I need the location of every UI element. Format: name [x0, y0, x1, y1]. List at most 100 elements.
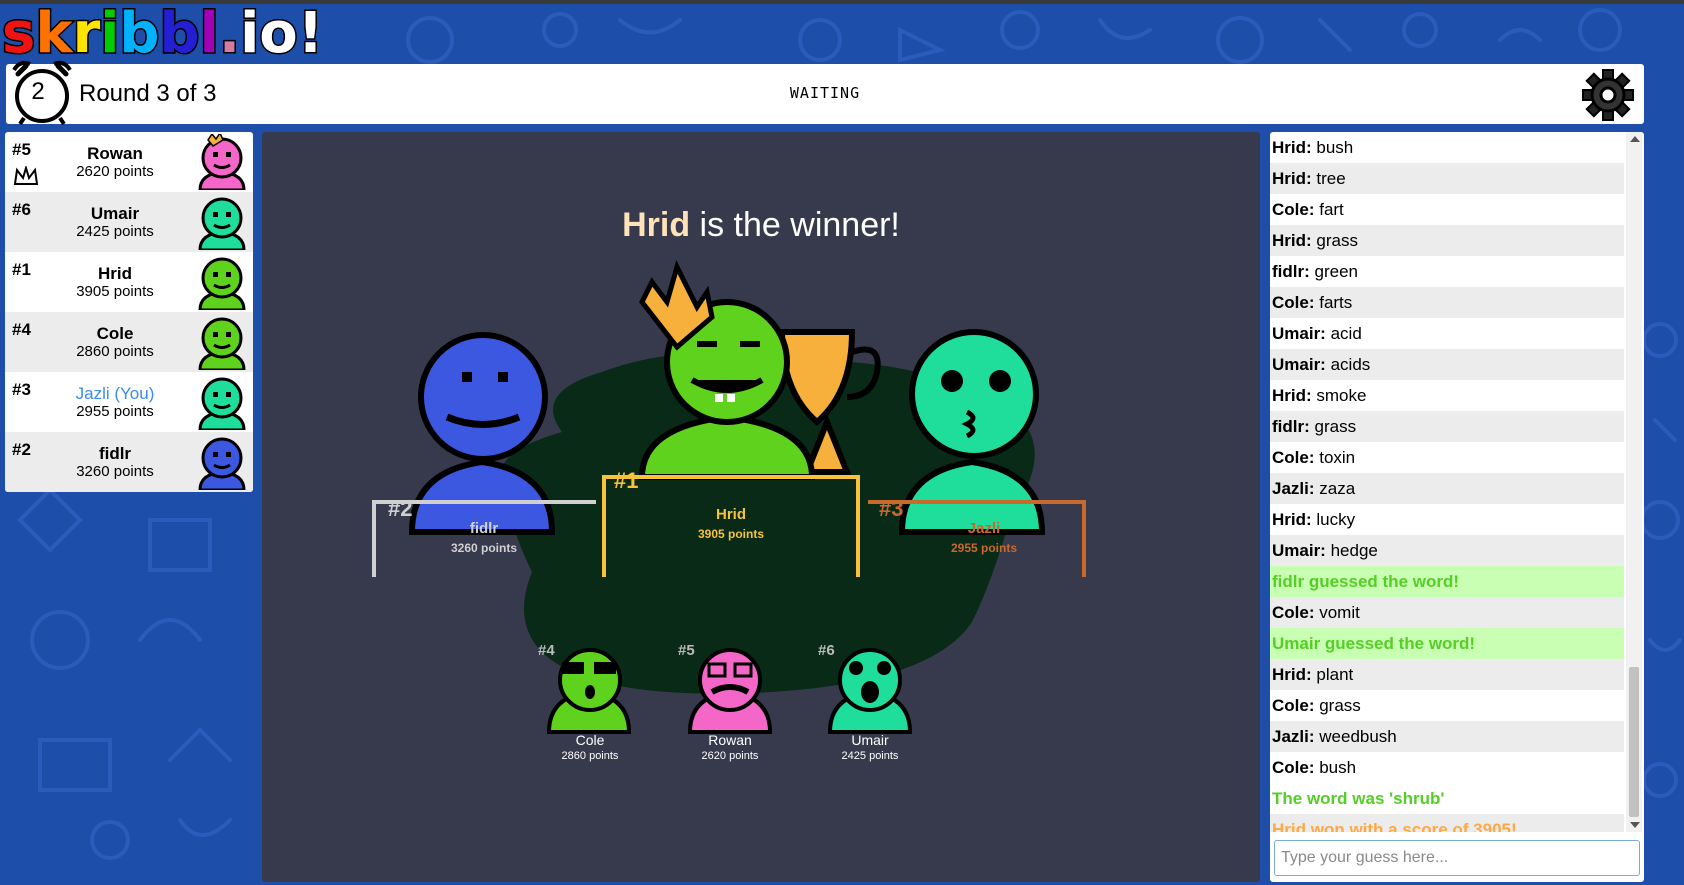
game-canvas[interactable]: Hrid is the winner! #2 fidlr 3260 points…	[262, 132, 1260, 882]
player-rank: #1	[12, 260, 31, 279]
chat-text: Umair guessed the word!	[1272, 634, 1476, 653]
logo-letter: r	[71, 1, 102, 66]
chat-user: Umair:	[1272, 541, 1326, 560]
chat-message: Hrid: lucky	[1270, 504, 1624, 535]
chat-text: lucky	[1311, 510, 1356, 529]
player-rank: #3	[12, 380, 31, 399]
logo-letter: .	[217, 1, 241, 66]
skribbl-logo[interactable]: s k r i b b l. i o!	[0, 1, 324, 66]
player-rank: #6	[12, 200, 31, 219]
gear-icon[interactable]	[1582, 69, 1634, 121]
chat-message: Umair: acid	[1270, 318, 1624, 349]
chat-message: Umair guessed the word!	[1270, 628, 1624, 659]
chat-message: Umair: acids	[1270, 349, 1624, 380]
chat-user: Cole:	[1272, 200, 1315, 219]
chat-user: Cole:	[1272, 448, 1315, 467]
chat-message: Umair: hedge	[1270, 535, 1624, 566]
crown-icon	[13, 166, 39, 185]
chat-message: fidlr guessed the word!	[1270, 566, 1624, 597]
rank-5-label: #5	[678, 642, 695, 659]
player-points: 3905 points	[76, 283, 154, 300]
chat-message: Hrid: grass	[1270, 225, 1624, 256]
chat-message: Cole: bush	[1270, 752, 1624, 783]
player-row[interactable]: #5 Rowan 2620 points	[5, 132, 253, 192]
rank-6-label: #6	[818, 642, 835, 659]
other-player-4-points: 2860 points	[561, 750, 619, 762]
player-rank: #4	[12, 320, 31, 339]
scroll-down-arrow-icon[interactable]	[1630, 822, 1640, 828]
chat-message: fidlr: grass	[1270, 411, 1624, 442]
chat-text: Hrid won with a score of 3905!	[1272, 820, 1517, 832]
player-row[interactable]: #6 Umair 2425 points	[5, 192, 253, 252]
game-header: 2 Round 3 of 3 WAITING	[6, 60, 1644, 126]
player-avatar	[198, 257, 246, 310]
podium-rank-1: #1	[614, 468, 639, 493]
chat-scrollbar[interactable]	[1626, 132, 1642, 832]
player-name: Hrid	[98, 264, 132, 283]
logo-letter: b	[158, 1, 201, 66]
other-player-6: Umair 2425 points	[820, 732, 920, 762]
chat-message: Jazli: weedbush	[1270, 721, 1624, 752]
other-player-5-points: 2620 points	[701, 750, 759, 762]
chat-text: grass	[1311, 231, 1358, 250]
chat-text: smoke	[1311, 386, 1367, 405]
chat-text: fart	[1314, 200, 1344, 219]
podium-first-points: 3905 points	[697, 527, 765, 541]
podium-second-name: fidlr	[469, 520, 499, 537]
player-avatar	[198, 317, 246, 370]
chat-text: weedbush	[1314, 727, 1397, 746]
player-points: 2860 points	[76, 343, 154, 360]
chat-user: Umair:	[1272, 355, 1326, 374]
chat-message: Hrid: bush	[1270, 132, 1624, 163]
chat-messages: Hrid: bush Hrid: tree Cole: fart Hrid: gras…	[1270, 132, 1624, 832]
chat-text: grass	[1314, 696, 1361, 715]
chat-user: Cole:	[1272, 293, 1315, 312]
chat-text: bush	[1311, 138, 1354, 157]
scroll-thumb[interactable]	[1629, 667, 1639, 817]
chat-message: Cole: fart	[1270, 194, 1624, 225]
player-avatar	[198, 134, 246, 190]
chat-text: bush	[1314, 758, 1357, 777]
player-row[interactable]: #1 Hrid 3905 points	[5, 252, 253, 312]
chat-message: Hrid: smoke	[1270, 380, 1624, 411]
player-list: #5 Rowan 2620 points #6 Umair 2425 points #1 Hr…	[5, 132, 253, 492]
chat-text: zaza	[1314, 479, 1356, 498]
player-row[interactable]: #2 fidlr 3260 points	[5, 432, 253, 492]
logo-letter: b	[118, 1, 161, 66]
podium-rank-3: #3	[879, 496, 904, 521]
player-points: 2620 points	[76, 163, 154, 180]
chat-user: Cole:	[1272, 758, 1315, 777]
logo-letter: i	[239, 1, 261, 66]
scroll-up-arrow-icon[interactable]	[1630, 136, 1640, 142]
chat-message: Cole: grass	[1270, 690, 1624, 721]
player-row[interactable]: #4 Cole 2860 points	[5, 312, 253, 372]
chat-panel: Hrid: bush Hrid: tree Cole: fart Hrid: gras…	[1270, 132, 1644, 882]
player-row[interactable]: #3 Jazli (You) 2955 points	[5, 372, 253, 432]
player-avatar	[198, 437, 246, 490]
podium-third-name: Jazli	[967, 520, 1001, 537]
podium-first: Hrid 3905 points	[631, 506, 831, 541]
rank-4-label: #4	[538, 642, 555, 659]
chat-text: fidlr guessed the word!	[1272, 572, 1460, 591]
chat-user: fidlr:	[1272, 262, 1310, 281]
chat-user: fidlr:	[1272, 417, 1310, 436]
chat-user: Hrid:	[1272, 665, 1312, 684]
chat-text: farts	[1314, 293, 1353, 312]
chat-user: Cole:	[1272, 603, 1315, 622]
chat-text: hedge	[1325, 541, 1378, 560]
podium-third: Jazli 2955 points	[884, 520, 1084, 555]
podium-rank-2: #2	[388, 496, 413, 521]
chat-user: Umair:	[1272, 324, 1326, 343]
chat-user: Hrid:	[1272, 231, 1312, 250]
other-player-6-name: Umair	[851, 732, 889, 748]
chat-user: Jazli:	[1272, 479, 1315, 498]
chat-user: Hrid:	[1272, 510, 1312, 529]
chat-message: Hrid: plant	[1270, 659, 1624, 690]
other-player-6-points: 2425 points	[841, 750, 899, 762]
chat-message: Hrid won with a score of 3905!	[1270, 814, 1624, 832]
podium-second-points: 3260 points	[450, 541, 518, 555]
player-points: 2955 points	[76, 403, 154, 420]
guess-input[interactable]	[1274, 840, 1640, 876]
chat-message: fidlr: green	[1270, 256, 1624, 287]
player-name: Umair	[90, 204, 140, 223]
